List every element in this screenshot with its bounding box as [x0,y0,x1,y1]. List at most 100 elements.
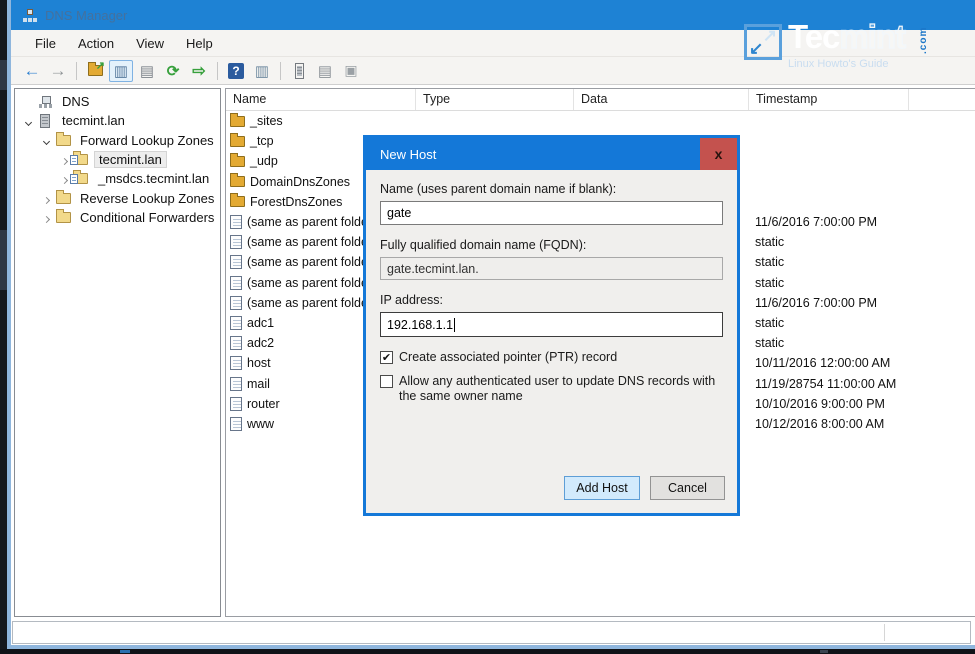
show-console-tree-icon[interactable]: ▥ [109,60,133,82]
column-header-data[interactable]: Data [574,89,749,110]
record-icon [230,336,242,350]
column-header-name[interactable]: Name [226,89,416,110]
folder-icon [230,176,245,187]
table-row[interactable]: _sites [226,111,975,131]
host-name-input[interactable]: gate [380,201,723,225]
record-icon [230,316,242,330]
tree-item-tecmint-lan[interactable]: tecmint.lan [15,111,220,130]
status-bar [12,621,971,644]
row-timestamp-cell: 10/10/2016 9:00:00 PM [749,397,909,411]
tree-item-label: tecmint.lan [94,151,167,168]
tree-item-conditional-forwarders[interactable]: Conditional Forwarders [15,208,220,227]
taskbar-sliver [0,649,975,654]
help-icon[interactable]: ? [224,60,248,82]
row-name: _tcp [250,134,274,148]
server-icon [36,114,54,128]
expander-expanded-icon[interactable] [21,117,36,125]
forward-icon[interactable]: → [46,60,70,82]
folder-glyph [56,193,71,204]
fqdn-field: gate.tecmint.lan. [380,257,723,280]
zone-folder-icon [73,173,89,185]
row-timestamp-cell: 10/11/2016 12:00:00 AM [749,356,909,370]
row-timestamp-cell: static [749,276,909,290]
folder-icon [54,212,72,223]
console-window-icon[interactable]: ▥ [250,60,274,82]
column-header-timestamp[interactable]: Timestamp [749,89,909,110]
tree-item-reverse-lookup-zones[interactable]: Reverse Lookup Zones [15,188,220,207]
row-timestamp-cell: static [749,316,909,330]
row-name: mail [247,377,270,391]
server-glyph [295,63,304,79]
screen: DNS Manager FileActionViewHelp ←→↗▥▤⟳⇨?▥… [0,0,975,654]
folder-icon [230,136,245,147]
refresh-icon[interactable]: ⟳ [161,60,185,82]
properties-icon[interactable]: ▤ [135,60,159,82]
zone-icon [72,173,90,185]
row-name: _udp [250,154,278,168]
auth-update-checkbox-label: Allow any authenticated user to update D… [399,374,719,404]
tree-item--msdcs-tecmint-lan[interactable]: _msdcs.tecmint.lan [15,169,220,188]
row-timestamp-cell: 11/19/28754 11:00:00 AM [749,377,909,391]
list-header: NameTypeDataTimestamp [226,89,975,111]
tree-item-dns[interactable]: DNS [15,92,220,111]
row-name: DomainDnsZones [250,175,350,189]
console-tree-panel: DNStecmint.lanForward Lookup Zonestecmin… [14,88,221,617]
close-icon[interactable]: x [700,138,737,170]
record-icon [230,356,242,370]
menu-help[interactable]: Help [176,32,225,55]
row-timestamp-cell: 11/6/2016 7:00:00 PM [749,296,909,310]
row-name: ForestDnsZones [250,195,342,209]
row-name: (same as parent folder) [247,235,376,249]
status-bar-divider [884,624,885,641]
menu-file[interactable]: File [25,32,68,55]
ip-address-input[interactable]: 192.168.1.1 [380,312,723,337]
expander-expanded-icon[interactable] [39,136,54,144]
row-timestamp-cell: 10/12/2016 8:00:00 AM [749,417,909,431]
tree-item-label: Reverse Lookup Zones [76,191,218,206]
row-timestamp-cell: 11/6/2016 7:00:00 PM [749,215,909,229]
record-icon [230,296,242,310]
folder-icon [230,196,245,207]
menu-view[interactable]: View [126,32,176,55]
tree-item-label: _msdcs.tecmint.lan [94,171,213,186]
new-host-dialog: New Host x Name (uses parent domain name… [363,135,740,516]
row-name: adc2 [247,336,274,350]
column-header-type[interactable]: Type [416,89,574,110]
cancel-button[interactable]: Cancel [650,476,725,500]
folder-icon [54,135,72,146]
add-host-button[interactable]: Add Host [564,476,640,500]
folder-glyph [56,212,71,223]
row-name: (same as parent folder) [247,255,376,269]
export-list-icon[interactable]: ⇨ [187,60,211,82]
fqdn-label: Fully qualified domain name (FQDN): [380,238,723,252]
ip-address-label: IP address: [380,293,723,307]
record-icon [230,215,242,229]
auth-checkbox-row[interactable]: Allow any authenticated user to update D… [380,374,723,404]
tree-item-tecmint-lan[interactable]: tecmint.lan [15,150,220,169]
ptr-checkbox-row[interactable]: Create associated pointer (PTR) record [380,350,723,365]
text-cursor [454,318,455,332]
record-list-icon[interactable]: ▤ [313,60,337,82]
server-icon[interactable] [287,60,311,82]
tecmint-tld-text: .com [907,20,941,54]
dialog-title: New Host [380,147,436,162]
folder-icon [230,116,245,127]
toolbar-separator [76,62,77,80]
clipboard-icon[interactable]: ▣ [339,60,363,82]
record-icon [230,377,242,391]
tecmint-logo: ↗↙ Tecmint.com Linux Howto's Guide [744,20,941,72]
dialog-title-bar[interactable]: New Host [366,138,737,170]
dns-icon [36,96,54,108]
tree-item-forward-lookup-zones[interactable]: Forward Lookup Zones [15,131,220,150]
tree-item-label: tecmint.lan [58,113,129,128]
expander-collapsed-icon[interactable] [39,194,54,203]
auth-update-checkbox[interactable] [380,375,393,388]
tecmint-tagline: Linux Howto's Guide [788,58,903,70]
open-folder-icon[interactable]: ↗ [83,60,107,82]
folder-glyph [56,135,71,146]
expander-collapsed-icon[interactable] [39,213,54,222]
menu-action[interactable]: Action [68,32,126,55]
ptr-checkbox[interactable] [380,351,393,364]
back-icon[interactable]: ← [20,60,44,82]
zone-icon [72,154,90,166]
